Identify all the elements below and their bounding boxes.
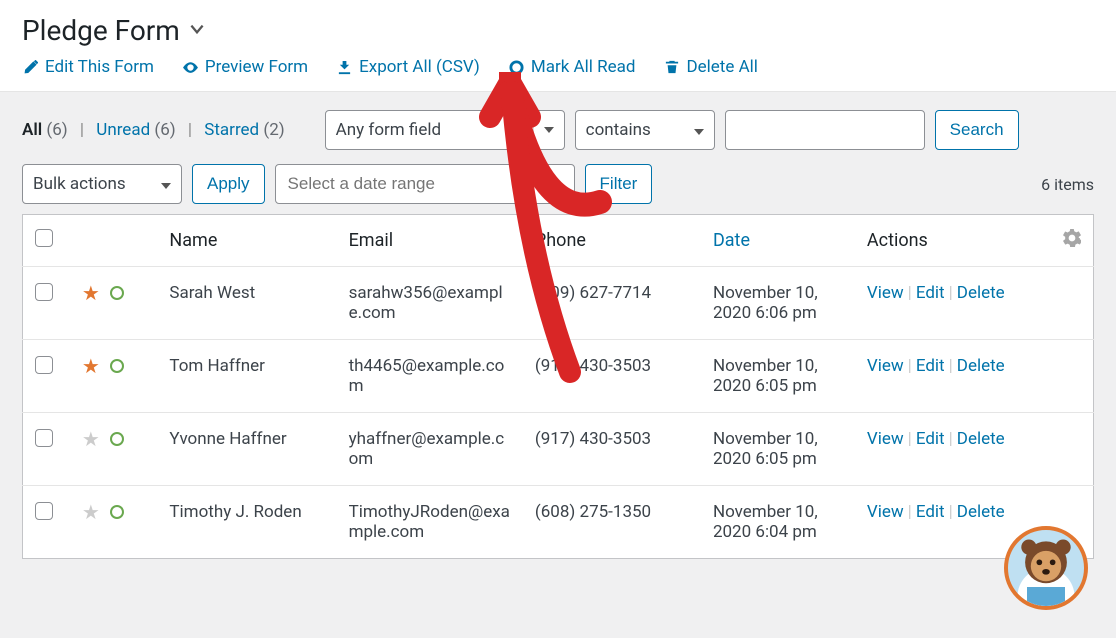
search-button[interactable]: Search xyxy=(935,110,1019,150)
filter-tab-all[interactable]: All xyxy=(22,120,42,140)
star-icon[interactable]: ★ xyxy=(82,356,100,376)
delete-all-link[interactable]: Delete All xyxy=(663,57,757,77)
table-row: ★ Yvonne Haffneryhaffner@example.com(917)… xyxy=(23,413,1094,486)
cell-actions: View|Edit|Delete xyxy=(855,413,1051,486)
items-count: 6 items xyxy=(1041,175,1094,194)
cell-name: Yvonne Haffner xyxy=(157,413,336,486)
cell-email: th4465@example.com xyxy=(337,340,523,413)
row-checkbox[interactable] xyxy=(35,429,53,447)
cell-date: November 10, 2020 6:05 pm xyxy=(701,340,855,413)
delete-link[interactable]: Delete xyxy=(957,429,1005,449)
row-checkbox[interactable] xyxy=(35,283,53,301)
view-link[interactable]: View xyxy=(867,429,904,449)
edit-link[interactable]: Edit xyxy=(916,356,945,376)
col-header-actions: Actions xyxy=(855,215,1051,267)
bulk-actions-label: Bulk actions xyxy=(33,174,126,194)
filter-button[interactable]: Filter xyxy=(585,164,653,204)
title-dropdown-caret[interactable] xyxy=(188,20,206,42)
chevron-down-icon xyxy=(544,127,554,133)
field-select-label: Any form field xyxy=(336,120,441,140)
delete-all-label: Delete All xyxy=(686,57,757,77)
apply-button[interactable]: Apply xyxy=(192,164,265,204)
cell-name: Sarah West xyxy=(157,267,336,340)
col-header-name[interactable]: Name xyxy=(157,215,336,267)
field-select[interactable]: Any form field xyxy=(325,110,565,150)
cell-phone: (917) 430-3503 xyxy=(523,413,701,486)
export-icon xyxy=(336,59,353,76)
read-indicator[interactable] xyxy=(110,432,124,446)
star-icon[interactable]: ★ xyxy=(82,429,100,449)
bulk-actions-select[interactable]: Bulk actions xyxy=(22,164,182,204)
chevron-down-icon xyxy=(161,183,171,189)
select-all-checkbox[interactable] xyxy=(35,229,53,247)
cell-name: Timothy J. Roden xyxy=(157,486,336,559)
col-header-phone[interactable]: Phone xyxy=(523,215,701,267)
date-range-input[interactable] xyxy=(275,164,575,204)
table-row: ★ Sarah Westsarahw356@example.com(209) 62… xyxy=(23,267,1094,340)
unread-count: (6) xyxy=(154,120,175,140)
cell-email: TimothyJRoden@example.com xyxy=(337,486,523,559)
table-row: ★ Timothy J. RodenTimothyJRoden@example.c… xyxy=(23,486,1094,559)
col-header-email[interactable]: Email xyxy=(337,215,523,267)
read-indicator[interactable] xyxy=(110,505,124,519)
mark-all-read-link[interactable]: Mark All Read xyxy=(508,57,636,77)
cell-email: yhaffner@example.com xyxy=(337,413,523,486)
starred-count: (2) xyxy=(263,120,284,140)
edit-link[interactable]: Edit xyxy=(916,502,945,522)
preview-form-link[interactable]: Preview Form xyxy=(182,57,308,77)
cell-date: November 10, 2020 6:05 pm xyxy=(701,413,855,486)
cell-phone: (608) 275-1350 xyxy=(523,486,701,559)
cell-phone: (209) 627-7714 xyxy=(523,267,701,340)
delete-link[interactable]: Delete xyxy=(957,356,1005,376)
edit-form-label: Edit This Form xyxy=(45,57,154,77)
star-icon[interactable]: ★ xyxy=(82,283,100,303)
view-link[interactable]: View xyxy=(867,356,904,376)
preview-form-label: Preview Form xyxy=(205,57,308,77)
trash-icon xyxy=(663,59,680,76)
column-settings[interactable] xyxy=(1051,215,1094,267)
cell-actions: View|Edit|Delete xyxy=(855,267,1051,340)
view-link[interactable]: View xyxy=(867,502,904,522)
eye-icon xyxy=(182,59,199,76)
view-link[interactable]: View xyxy=(867,283,904,303)
chevron-down-icon xyxy=(694,129,704,135)
cell-actions: View|Edit|Delete xyxy=(855,340,1051,413)
cell-name: Tom Haffner xyxy=(157,340,336,413)
circle-icon xyxy=(508,59,525,76)
help-mascot[interactable] xyxy=(1004,526,1088,610)
star-icon[interactable]: ★ xyxy=(82,502,100,522)
filter-tab-starred[interactable]: Starred xyxy=(204,120,259,140)
cell-phone: (917) 430-3503 xyxy=(523,340,701,413)
delete-link[interactable]: Delete xyxy=(957,283,1005,303)
export-csv-label: Export All (CSV) xyxy=(359,57,480,77)
row-checkbox[interactable] xyxy=(35,356,53,374)
operator-select[interactable]: contains xyxy=(575,110,715,150)
operator-select-label: contains xyxy=(586,120,651,140)
all-count: (6) xyxy=(46,120,67,140)
edit-link[interactable]: Edit xyxy=(916,283,945,303)
edit-link[interactable]: Edit xyxy=(916,429,945,449)
mark-all-read-label: Mark All Read xyxy=(531,57,636,77)
col-header-date[interactable]: Date xyxy=(701,215,855,267)
table-row: ★ Tom Haffnerth4465@example.com(917) 430-… xyxy=(23,340,1094,413)
export-csv-link[interactable]: Export All (CSV) xyxy=(336,57,480,77)
row-checkbox[interactable] xyxy=(35,502,53,520)
cell-date: November 10, 2020 6:06 pm xyxy=(701,267,855,340)
edit-form-link[interactable]: Edit This Form xyxy=(22,57,154,77)
page-title: Pledge Form xyxy=(22,14,180,47)
delete-link[interactable]: Delete xyxy=(957,502,1005,522)
cell-email: sarahw356@example.com xyxy=(337,267,523,340)
search-value-input[interactable] xyxy=(725,110,925,150)
read-indicator[interactable] xyxy=(110,359,124,373)
pencil-icon xyxy=(22,59,39,76)
filter-tab-unread[interactable]: Unread xyxy=(96,120,150,140)
cell-date: November 10, 2020 6:04 pm xyxy=(701,486,855,559)
read-indicator[interactable] xyxy=(110,286,124,300)
